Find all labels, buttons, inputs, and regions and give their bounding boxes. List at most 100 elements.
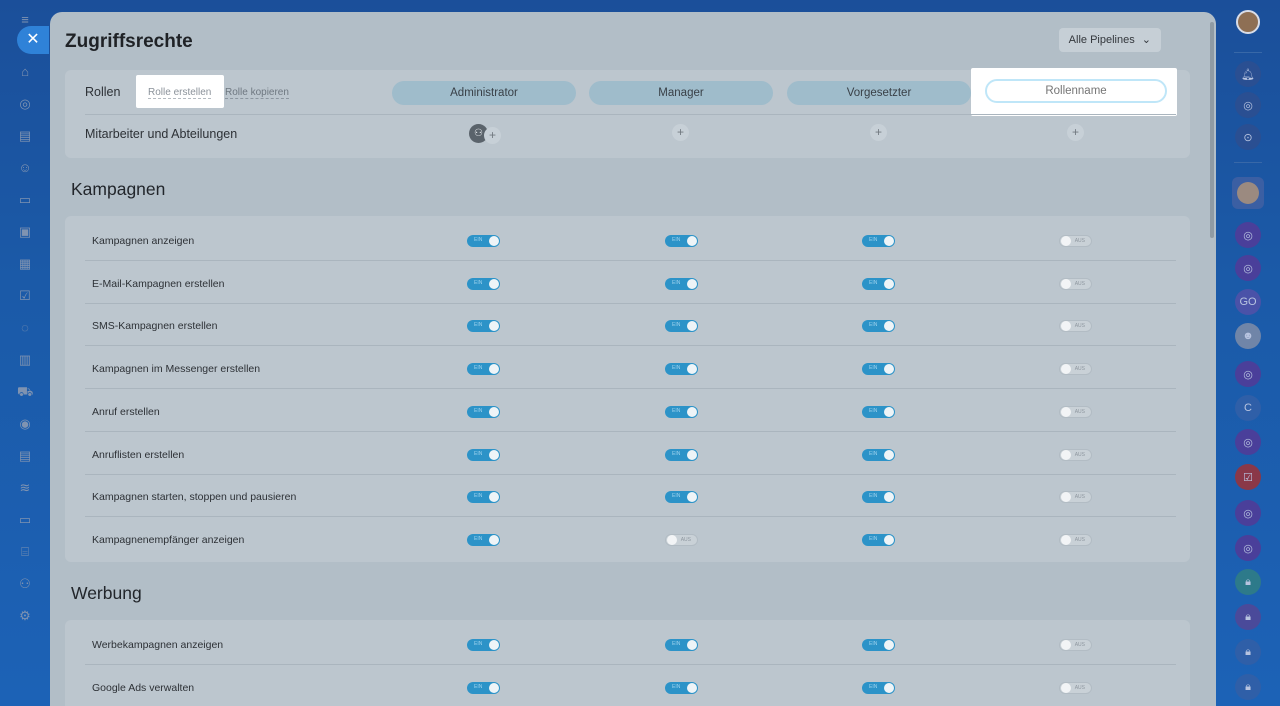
permission-toggle[interactable]: EIN [467, 277, 500, 290]
copy-role-link[interactable]: Rolle kopieren [225, 87, 289, 99]
tasks-icon[interactable]: ▤ [17, 128, 33, 144]
permission-toggle[interactable]: EIN [862, 533, 895, 546]
permission-toggle[interactable]: AUS [1059, 277, 1092, 290]
permission-toggle[interactable]: EIN [467, 235, 500, 247]
group-icon[interactable]: GO [1235, 289, 1261, 315]
permission-toggle[interactable]: AUS [1059, 405, 1092, 418]
toggle-knob [489, 406, 499, 417]
permission-toggle[interactable]: EIN [467, 363, 500, 376]
automation-icon[interactable]: ≋ [17, 480, 33, 496]
pipeline-icon[interactable]: ⌸ [17, 544, 33, 560]
permission-toggle[interactable]: EIN [665, 320, 698, 333]
documents-icon[interactable]: ▭ [17, 192, 33, 208]
permission-toggle[interactable]: EIN [467, 405, 500, 418]
user-avatar[interactable] [1236, 10, 1260, 34]
scrollbar[interactable] [1210, 22, 1214, 238]
permission-toggle[interactable]: EIN [862, 448, 895, 461]
permission-toggle[interactable]: AUS [1059, 681, 1092, 694]
permission-toggle[interactable]: EIN [665, 491, 698, 504]
add-staff-button[interactable]: + [672, 124, 689, 141]
create-role-link[interactable]: Rolle erstellen [148, 87, 212, 99]
permission-toggle[interactable]: EIN [862, 639, 895, 651]
chat-group-icon[interactable]: ◎ [1235, 500, 1261, 526]
marketing-icon[interactable]: ◉ [17, 416, 33, 432]
permission-toggle[interactable]: EIN [665, 681, 698, 694]
permission-toggle[interactable]: EIN [467, 491, 500, 504]
inbox-icon[interactable]: ▣ [17, 224, 33, 240]
permission-toggle[interactable]: EIN [467, 448, 500, 461]
add-staff-button[interactable]: + [870, 124, 887, 141]
chat-group-icon[interactable]: ◎ [1235, 429, 1261, 455]
search-chat-icon[interactable]: ⊙ [1235, 124, 1261, 150]
permission-toggle[interactable]: EIN [862, 681, 895, 694]
robot-icon[interactable]: ☻ [1235, 323, 1261, 349]
toggle-state-label: AUS [1074, 238, 1085, 244]
add-staff-button[interactable]: + [484, 127, 501, 144]
chat-group-icon[interactable]: ◎ [1235, 255, 1261, 281]
role-pill-administrator[interactable]: Administrator [392, 81, 576, 105]
crm-icon[interactable]: ▤ [17, 448, 33, 464]
close-slider-button[interactable]: ✕ [17, 26, 49, 54]
chat-group-icon[interactable]: ◎ [1235, 535, 1261, 561]
team-icon[interactable]: ⚇ [17, 576, 33, 592]
analytics-icon[interactable]: ▥ [17, 352, 33, 368]
home-icon[interactable]: ⌂ [17, 64, 33, 80]
lock-chat-icon[interactable]: 🔒︎ [1235, 604, 1261, 630]
permission-toggle[interactable]: EIN [862, 320, 895, 333]
permission-toggle[interactable]: EIN [862, 491, 895, 504]
checklist-icon[interactable]: ☑ [17, 288, 33, 304]
sites-icon[interactable]: ▦ [17, 256, 33, 272]
permission-toggle[interactable]: AUS [1059, 320, 1092, 333]
permission-toggle[interactable]: EIN [467, 639, 500, 651]
permission-toggle[interactable]: AUS [1059, 639, 1092, 651]
store-icon[interactable]: ▭ [17, 512, 33, 528]
contact-icon[interactable]: C [1235, 395, 1261, 421]
notifications-icon[interactable]: 🔔︎ [1235, 61, 1261, 87]
role-name-input[interactable] [985, 79, 1167, 103]
role-pill-supervisor[interactable]: Vorgesetzter [787, 81, 971, 105]
right-sidebar: 🔔︎ ◎ ⊙ ◎ ◎ GO ☻ ◎ C ◎ ☑ ◎ ◎ 🔒︎ 🔒︎ 🔒︎ 🔒︎ [1216, 0, 1280, 706]
permission-toggle[interactable]: AUS [1059, 533, 1092, 546]
toggle-state-label: EIN [474, 450, 483, 457]
lock-chat-icon[interactable]: 🔒︎ [1235, 569, 1261, 595]
permission-toggle[interactable]: EIN [467, 681, 500, 694]
add-staff-button[interactable]: + [1067, 124, 1084, 141]
permission-toggle[interactable]: AUS [665, 533, 698, 546]
avatar-face-icon [1237, 182, 1259, 204]
chat-group-icon[interactable]: ◎ [1235, 361, 1261, 387]
permission-toggle[interactable]: AUS [1059, 491, 1092, 504]
permission-toggle[interactable]: AUS [1059, 235, 1092, 247]
contacts-icon[interactable]: ☺ [17, 160, 33, 176]
role-pill-manager[interactable]: Manager [589, 81, 773, 105]
permission-toggle[interactable]: EIN [665, 277, 698, 290]
toggle-knob [489, 640, 499, 650]
permission-toggle[interactable]: EIN [665, 363, 698, 376]
permission-toggle[interactable]: EIN [862, 277, 895, 290]
permission-toggle[interactable]: EIN [665, 405, 698, 418]
permission-toggle[interactable]: AUS [1059, 363, 1092, 376]
permission-toggle[interactable]: EIN [665, 639, 698, 651]
toggle-state-label: EIN [869, 535, 878, 542]
permission-toggle[interactable]: EIN [665, 235, 698, 247]
checklist-chat-icon[interactable]: ☑ [1235, 464, 1261, 490]
toggle-state-label: EIN [672, 450, 681, 457]
permission-toggle[interactable]: EIN [862, 363, 895, 376]
settings-icon[interactable]: ⚙ [17, 608, 33, 624]
feed-icon[interactable]: ◎ [17, 96, 33, 112]
section-title: Kampagnen [71, 179, 166, 199]
permission-toggle[interactable]: EIN [862, 405, 895, 418]
chat-icon[interactable]: ◌ [17, 320, 33, 336]
lock-chat-icon[interactable]: 🔒︎ [1235, 639, 1261, 665]
copilot-icon[interactable]: ◎ [1235, 92, 1261, 118]
pipelines-dropdown[interactable]: Alle Pipelines ⌄ [1058, 28, 1161, 52]
shop-icon[interactable]: ⛟ [17, 384, 33, 400]
permission-toggle[interactable]: AUS [1059, 448, 1092, 461]
user-avatar-icon[interactable] [1232, 177, 1264, 209]
permission-toggle[interactable]: EIN [665, 448, 698, 461]
toggle-state-label: EIN [672, 279, 681, 286]
permission-toggle[interactable]: EIN [467, 533, 500, 546]
permission-toggle[interactable]: EIN [467, 320, 500, 333]
permission-toggle[interactable]: EIN [862, 235, 895, 247]
lock-chat-icon[interactable]: 🔒︎ [1235, 674, 1261, 700]
chat-group-icon[interactable]: ◎ [1235, 222, 1261, 248]
